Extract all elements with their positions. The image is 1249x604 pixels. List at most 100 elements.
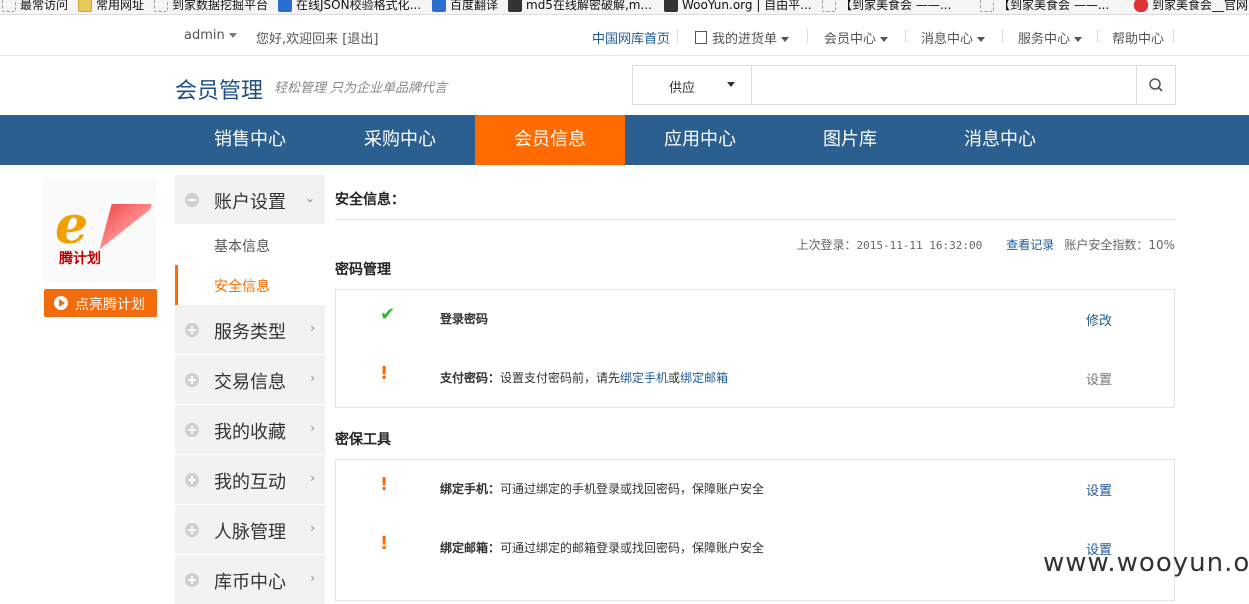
collapse-icon [185,193,199,207]
sidebar-item-basic-info[interactable]: 基本信息 [175,225,325,265]
bookmark-item[interactable]: 在线JSON校验格式化... [278,0,421,13]
bookmark-icon [2,0,16,12]
chevron-down-icon [781,37,790,42]
search-input[interactable] [753,66,1137,104]
slogan: 轻松管理 只为企业单品牌代言 [274,81,448,96]
password-section-title: 密码管理 [335,262,391,278]
greeting: 您好,欢迎回来 [退出] [256,32,379,47]
expand-icon [185,473,199,487]
expand-icon [185,523,199,537]
password-box: ✔ 登录密码 修改 ! 支付密码：设置支付密码前，请先绑定手机或绑定邮箱 设置 [335,289,1175,408]
folder-icon [78,0,92,12]
sidebar-group-account-settings[interactable]: 账户设置 ⌄ [175,175,325,224]
bookmark-item[interactable]: WooYun.org | 自由平... [664,0,812,13]
bind-email-link[interactable]: 绑定邮箱 [680,371,728,385]
teng-plan-logo: e 腾计划 [43,178,156,283]
sidebar-group-interaction[interactable]: 我的互动 › [175,455,325,504]
bookmark-item[interactable]: 常用网址 [78,0,144,13]
chevron-down-icon [977,37,986,42]
bookmark-item[interactable]: 到家数据挖掘平台 [154,0,268,13]
bookmark-item[interactable]: 【到家美食会 ——... [980,0,1109,13]
light-up-plan-button[interactable]: 点亮腾计划 [44,289,157,317]
search-icon [1149,78,1163,92]
chevron-right-icon: › [310,471,315,485]
logo-wing [98,204,152,254]
page-title[interactable]: 会员管理 [175,73,263,105]
json-icon [278,0,292,12]
chevron-down-icon [228,33,237,38]
nav-image-library[interactable]: 图片库 [775,115,925,165]
nav-member-info[interactable]: 会员信息 [475,115,625,165]
modify-password-link[interactable]: 修改 [1086,310,1112,329]
expand-icon [185,573,199,587]
user-menu[interactable]: admin [184,28,237,43]
bookmark-item[interactable]: md5在线解密破解,m... [508,0,652,13]
section-title: 安全信息： [335,192,405,208]
search-bar: 供应 [632,65,1176,105]
home-link[interactable]: 中国网库首页 [592,28,670,47]
expand-icon [185,373,199,387]
grid-icon [508,0,522,12]
bookmark-item[interactable]: 到家美食会__官网 [1134,0,1248,13]
sidebar-group-contacts[interactable]: 人脉管理 › [175,505,325,554]
security-tools-title: 密保工具 [335,432,391,448]
baidu-translate-icon [432,0,446,12]
service-center-menu[interactable]: 服务中心 [1018,28,1083,47]
bind-phone-link[interactable]: 绑定手机 [620,371,668,385]
expand-icon [185,323,199,337]
chevron-right-icon: › [310,371,315,385]
warning-icon: ! [380,474,389,495]
bind-phone-row: ! 绑定手机：可通过绑定的手机登录或找回密码，保障账户安全 设置 [380,474,1113,499]
nav-app-center[interactable]: 应用中心 [625,115,775,165]
nav-message-center[interactable]: 消息中心 [925,115,1075,165]
bookmark-item[interactable]: 百度翻译 [432,0,498,13]
sidebar-item-security-info[interactable]: 安全信息 [175,265,325,305]
top-util-bar: admin 您好,欢迎回来 [退出] 中国网库首页 我的进货单 会员中心 消息中… [0,15,1249,56]
chevron-right-icon: › [310,421,315,435]
warning-icon: ! [380,363,389,384]
nav-sales-center[interactable]: 销售中心 [175,115,325,165]
set-pay-password-link[interactable]: 设置 [1086,369,1112,388]
page-icon [980,0,994,12]
search-type-select[interactable]: 供应 [633,66,752,104]
nav-purchase-center[interactable]: 采购中心 [325,115,475,165]
sidebar-group-trade-info[interactable]: 交易信息 › [175,355,325,404]
page-icon [822,0,836,12]
site-header: 会员管理 轻松管理 只为企业单品牌代言 供应 [0,56,1249,114]
last-login-info: 上次登录：2015-11-11 16:32:00 查看记录 账户安全指数：10% [796,238,1175,252]
divider [1002,29,1003,43]
play-icon [54,296,68,310]
chevron-down-icon [880,37,889,42]
bookmark-item[interactable]: 【到家美食会 ——... [822,0,951,13]
search-button[interactable] [1136,66,1175,104]
set-phone-link[interactable]: 设置 [1086,480,1112,499]
chevron-down-icon [1074,37,1083,42]
divider [335,219,1175,220]
divider [1173,29,1174,43]
divider [807,29,808,43]
purchase-list-menu[interactable]: 我的进货单 [695,28,790,47]
main-nav: 销售中心 采购中心 会员信息 应用中心 图片库 消息中心 [0,115,1249,165]
view-records-link[interactable]: 查看记录 [1006,238,1054,252]
security-tools-box: ! 绑定手机：可通过绑定的手机登录或找回密码，保障账户安全 设置 ! 绑定邮箱：… [335,459,1175,601]
logout-link[interactable]: [退出] [342,32,378,47]
daojia-icon [1134,0,1148,12]
warning-icon: ! [380,533,389,554]
login-password-row: ✔ 登录密码 修改 [380,304,1113,329]
member-center-menu[interactable]: 会员中心 [824,28,889,47]
chevron-down-icon [727,82,735,87]
sidebar-group-coin-center[interactable]: 库币中心 › [175,555,325,604]
sidebar-group-favorites[interactable]: 我的收藏 › [175,405,325,454]
wooyun-icon [664,0,678,12]
chevron-right-icon: › [310,321,315,335]
divider [677,29,678,43]
message-center-menu[interactable]: 消息中心 [921,28,986,47]
pay-password-row: ! 支付密码：设置支付密码前，请先绑定手机或绑定邮箱 设置 [380,363,1113,388]
divider [905,29,906,43]
help-center-link[interactable]: 帮助中心 [1112,28,1164,47]
watermark: www.wooyun.org [1043,548,1249,578]
bookmark-item[interactable]: 最常访问 [2,0,68,13]
chevron-down-icon: ⌄ [304,191,315,205]
sidebar-group-service-type[interactable]: 服务类型 › [175,305,325,354]
check-icon: ✔ [380,304,396,325]
